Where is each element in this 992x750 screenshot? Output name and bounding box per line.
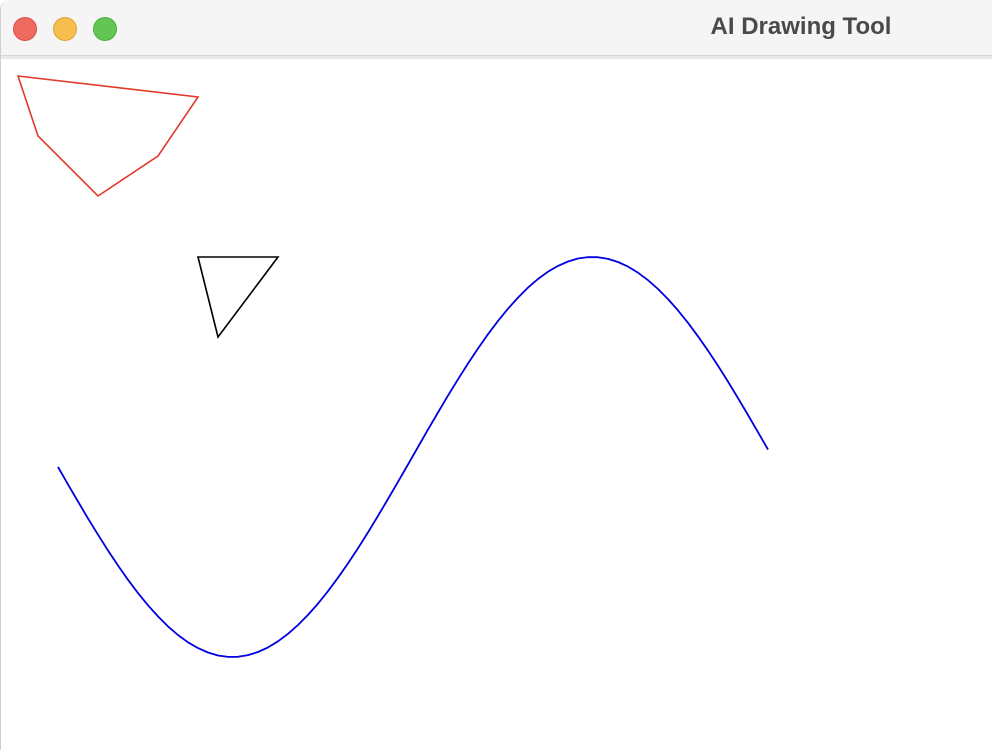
drawing-surface[interactable] [1, 60, 992, 750]
triangle-shape[interactable] [196, 256, 280, 339]
app-window: AI Drawing Tool [0, 0, 992, 750]
title-bar[interactable]: AI Drawing Tool [1, 0, 992, 59]
window-title: AI Drawing Tool [710, 13, 892, 40]
zoom-button[interactable] [93, 17, 117, 41]
drawing-canvas[interactable] [1, 60, 992, 750]
sine-wave-shape[interactable] [57, 256, 769, 658]
pentagon-shape[interactable] [16, 75, 200, 198]
minimize-button[interactable] [53, 17, 77, 41]
close-button[interactable] [13, 17, 37, 41]
